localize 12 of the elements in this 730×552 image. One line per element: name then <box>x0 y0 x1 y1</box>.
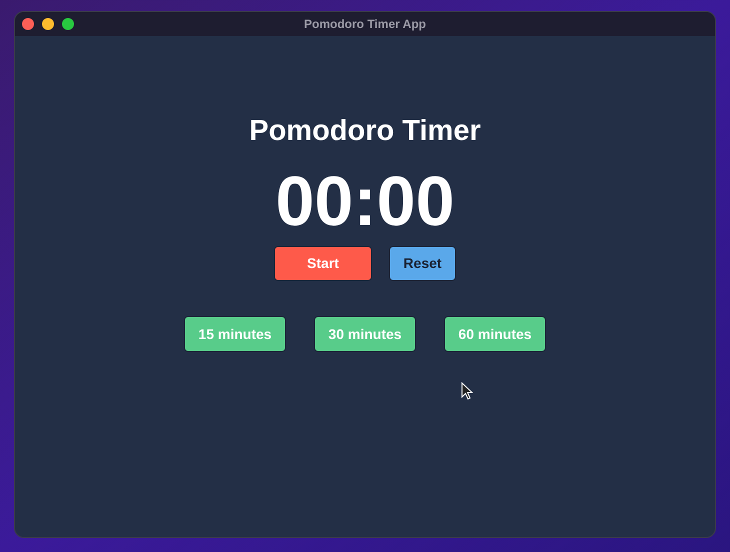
mouse-pointer-icon <box>461 382 473 400</box>
app-heading: Pomodoro Timer <box>249 117 481 146</box>
zoom-button[interactable] <box>62 18 74 30</box>
close-button[interactable] <box>22 18 34 30</box>
reset-button[interactable]: Reset <box>389 246 456 281</box>
minimize-button[interactable] <box>42 18 54 30</box>
preset-button[interactable]: 15 minutes <box>184 316 286 352</box>
start-button[interactable]: Start <box>274 246 372 281</box>
timer-display: 00:00 <box>275 166 455 236</box>
window-title: Pomodoro Timer App <box>304 16 426 33</box>
preset-button[interactable]: 60 minutes <box>444 316 546 352</box>
preset-button[interactable]: 30 minutes <box>314 316 416 352</box>
